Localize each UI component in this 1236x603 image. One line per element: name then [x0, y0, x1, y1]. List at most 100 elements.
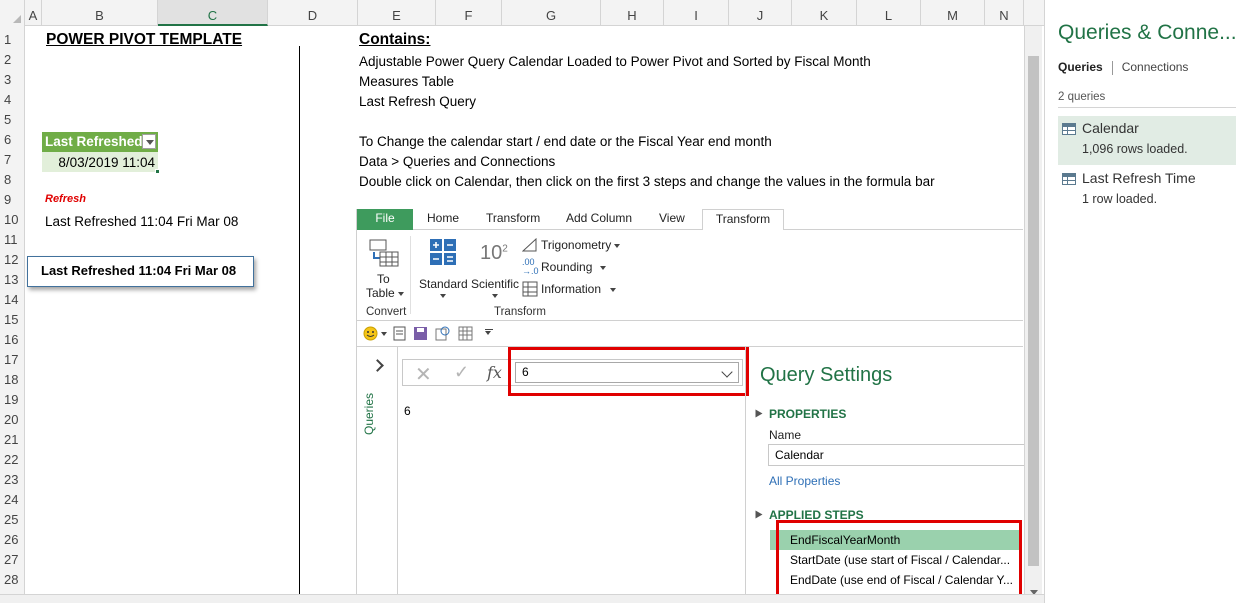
last-refreshed-shape[interactable]: Last Refreshed 11:04 Fri Mar 08 — [27, 256, 254, 287]
trigonometry-button[interactable]: Trigonometry — [522, 236, 622, 254]
rounding-button[interactable]: .00 →.0 Rounding — [522, 258, 612, 276]
to-table-icon — [369, 239, 399, 267]
expand-chevron-icon[interactable] — [371, 359, 384, 372]
all-properties-link[interactable]: All Properties — [769, 474, 840, 488]
row-number[interactable]: 8 — [0, 170, 25, 190]
queries-nav-pane[interactable]: Queries — [357, 347, 398, 595]
to-table-label-1: To — [377, 272, 390, 286]
scientific-button[interactable]: 102 Scientific — [470, 236, 520, 298]
row-number[interactable]: 23 — [0, 470, 25, 490]
fill-handle[interactable] — [155, 169, 160, 174]
row-number[interactable]: 3 — [0, 70, 25, 90]
row-number[interactable]: 28 — [0, 570, 25, 590]
column-header-i[interactable]: I — [664, 0, 729, 26]
query-settings-divider — [745, 347, 746, 595]
tab-transform[interactable]: Transform — [478, 209, 548, 230]
tab-view[interactable]: View — [651, 209, 693, 230]
row-number[interactable]: 19 — [0, 390, 25, 410]
row-number[interactable]: 7 — [0, 150, 25, 170]
row-number[interactable]: 9 — [0, 190, 25, 210]
horizontal-scrollbar[interactable] — [0, 594, 1044, 603]
standard-button[interactable]: Standard — [417, 236, 469, 298]
column-header-e[interactable]: E — [358, 0, 436, 26]
scientific-label: Scientific — [471, 277, 520, 291]
to-table-button[interactable]: To Table — [363, 236, 405, 300]
divider-line — [299, 46, 300, 596]
tab-file[interactable]: File — [357, 209, 413, 230]
row-number[interactable]: 12 — [0, 250, 25, 270]
select-all-corner[interactable] — [0, 0, 25, 26]
last-refreshed-header-label: Last Refreshed — [45, 134, 143, 149]
column-header-l[interactable]: L — [857, 0, 921, 26]
row-number[interactable]: 25 — [0, 510, 25, 530]
fx-icon[interactable]: fx — [487, 363, 502, 382]
column-header-b[interactable]: B — [42, 0, 158, 26]
name-label: Name — [769, 428, 802, 442]
table-icon — [1062, 173, 1076, 185]
tab-connections[interactable]: Connections — [1122, 60, 1189, 74]
tab-transform-contextual[interactable]: Transform — [702, 209, 784, 231]
column-header-c[interactable]: C — [158, 0, 268, 26]
row-number[interactable]: 18 — [0, 370, 25, 390]
row-number[interactable]: 16 — [0, 330, 25, 350]
tab-home[interactable]: Home — [419, 209, 467, 230]
query-name-input[interactable]: Calendar — [768, 444, 1026, 466]
row-number[interactable]: 5 — [0, 110, 25, 130]
row-number[interactable]: 1 — [0, 30, 25, 50]
row-number[interactable]: 21 — [0, 430, 25, 450]
cancel-icon[interactable]: ✕ — [415, 362, 432, 387]
row-number[interactable]: 20 — [0, 410, 25, 430]
last-refreshed-table-header[interactable]: Last Refreshed — [42, 132, 158, 152]
contains-line-1: Adjustable Power Query Calendar Loaded t… — [359, 54, 871, 69]
row-number[interactable]: 22 — [0, 450, 25, 470]
column-header-j[interactable]: J — [729, 0, 792, 26]
to-table-label-2-text: Table — [366, 286, 395, 300]
refresh-preview-icon[interactable] — [435, 326, 450, 341]
row-number[interactable]: 2 — [0, 50, 25, 70]
rounding-caret — [600, 266, 606, 270]
column-header-m[interactable]: M — [921, 0, 985, 26]
row-number[interactable]: 27 — [0, 550, 25, 570]
column-header-a[interactable]: A — [25, 0, 42, 26]
row-number[interactable]: 10 — [0, 210, 25, 230]
column-header-n[interactable]: N — [985, 0, 1024, 26]
standard-caret — [440, 294, 446, 298]
scrollbar-thumb[interactable] — [1028, 56, 1039, 566]
row-number[interactable]: 4 — [0, 90, 25, 110]
tab-queries[interactable]: Queries — [1058, 60, 1103, 74]
row-number[interactable]: 24 — [0, 490, 25, 510]
column-header-h[interactable]: H — [601, 0, 664, 26]
query-item-calendar[interactable]: Calendar 1,096 rows loaded. — [1058, 116, 1236, 165]
applied-steps-collapse-icon[interactable] — [755, 510, 763, 519]
transform-group-label: Transform — [494, 306, 546, 318]
save-icon[interactable] — [413, 326, 428, 341]
information-button[interactable]: Information — [522, 280, 618, 298]
tab-add-column[interactable]: Add Column — [558, 209, 640, 230]
row-number[interactable]: 14 — [0, 290, 25, 310]
column-header-g[interactable]: G — [502, 0, 601, 26]
column-header-k[interactable]: K — [792, 0, 857, 26]
feedback-caret[interactable] — [381, 332, 387, 336]
last-refreshed-value-cell[interactable]: 8/03/2019 11:04 — [42, 152, 160, 174]
column-header-d[interactable]: D — [268, 0, 358, 26]
table-view-icon[interactable] — [458, 326, 473, 341]
queries-connections-pane: Queries & Conne... Queries Connections 2 … — [1044, 0, 1236, 603]
document-icon[interactable] — [392, 326, 407, 341]
row-number[interactable]: 17 — [0, 350, 25, 370]
row-number[interactable]: 13 — [0, 270, 25, 290]
query-item-last-refresh-time[interactable]: Last Refresh Time 1 row loaded. — [1058, 166, 1236, 215]
row-number[interactable]: 26 — [0, 530, 25, 550]
vertical-scrollbar[interactable] — [1024, 26, 1042, 603]
information-icon — [522, 281, 538, 297]
properties-collapse-icon[interactable] — [755, 409, 763, 418]
contains-line-3: Last Refresh Query — [359, 94, 477, 109]
row-number[interactable]: 6 — [0, 130, 25, 150]
customize-toolbar-icon[interactable] — [485, 329, 493, 337]
confirm-check-icon[interactable]: ✓ — [454, 362, 469, 383]
query-settings-title: Query Settings — [760, 364, 893, 386]
filter-dropdown-icon[interactable] — [142, 134, 156, 149]
row-number[interactable]: 11 — [0, 230, 25, 250]
row-number[interactable]: 15 — [0, 310, 25, 330]
smiley-feedback-icon[interactable] — [363, 326, 378, 341]
column-header-f[interactable]: F — [436, 0, 502, 26]
